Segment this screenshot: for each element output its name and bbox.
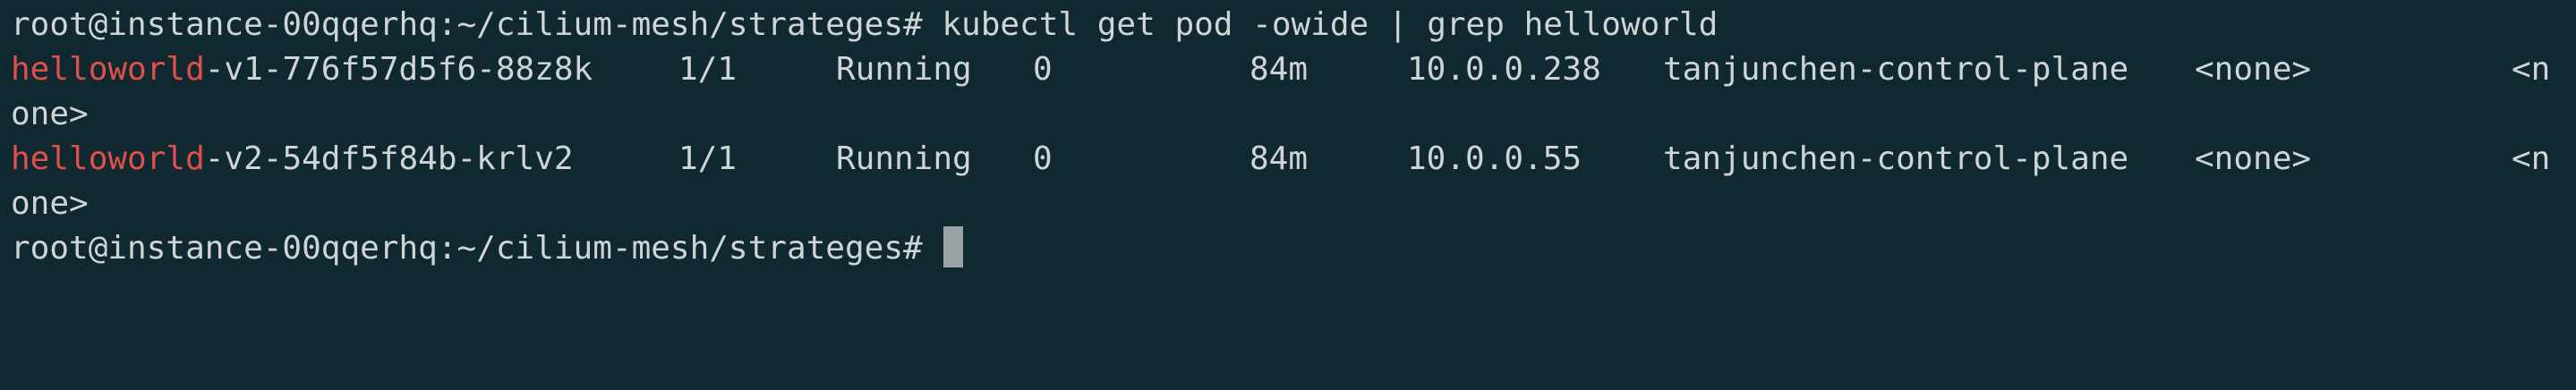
pod-name: helloworld-v1-776f57d5f6-88z8k: [11, 47, 593, 92]
pod-name: helloworld-v2-54df5f84b-krlv2: [11, 137, 574, 182]
pod-restarts: 0: [1033, 140, 1053, 177]
pod-age: 84m: [1250, 51, 1309, 88]
pod-restarts: 0: [1033, 51, 1053, 88]
pod-status: Running: [836, 51, 972, 88]
pod-ip: 10.0.0.238: [1407, 51, 1601, 88]
table-row: helloworld-v1-776f57d5f6-88z8k 1/1 Runni…: [11, 47, 2571, 92]
pod-name-suffix: -v1-776f57d5f6-88z8k: [204, 51, 593, 88]
pod-age: 84m: [1250, 140, 1309, 177]
wrapped-line: one>: [11, 96, 89, 132]
pod-nominated-node: <none>: [2195, 51, 2312, 88]
pod-nominated-node: <none>: [2195, 140, 2312, 177]
pod-ready: 1/1: [678, 51, 738, 88]
pod-readiness-gates: <n: [2512, 140, 2551, 177]
grep-match: helloworld: [11, 140, 205, 177]
table-row: helloworld-v2-54df5f84b-krlv2 1/1 Runnin…: [11, 137, 2571, 182]
pod-name-suffix: -v2-54df5f84b-krlv2: [204, 140, 574, 177]
pod-status: Running: [836, 140, 972, 177]
pod-node: tanjunchen-control-plane: [1663, 51, 2129, 88]
prompt-text: root@instance-00qqerhq:~/cilium-mesh/str…: [11, 6, 923, 43]
command-text: kubectl get pod -owide | grep helloworld: [942, 6, 1719, 43]
terminal-window[interactable]: root@instance-00qqerhq:~/cilium-mesh/str…: [0, 0, 2576, 390]
pod-readiness-gates: <n: [2512, 51, 2551, 88]
pod-ip: 10.0.0.55: [1407, 140, 1582, 177]
command-line: root@instance-00qqerhq:~/cilium-mesh/str…: [11, 3, 1718, 47]
pod-ready: 1/1: [678, 140, 738, 177]
prompt-text: root@instance-00qqerhq:~/cilium-mesh/str…: [11, 230, 923, 267]
wrapped-line: one>: [11, 185, 89, 222]
pod-node: tanjunchen-control-plane: [1663, 140, 2129, 177]
cursor-block: [943, 226, 964, 267]
input-line[interactable]: root@instance-00qqerhq:~/cilium-mesh/str…: [11, 226, 964, 271]
grep-match: helloworld: [11, 51, 205, 88]
